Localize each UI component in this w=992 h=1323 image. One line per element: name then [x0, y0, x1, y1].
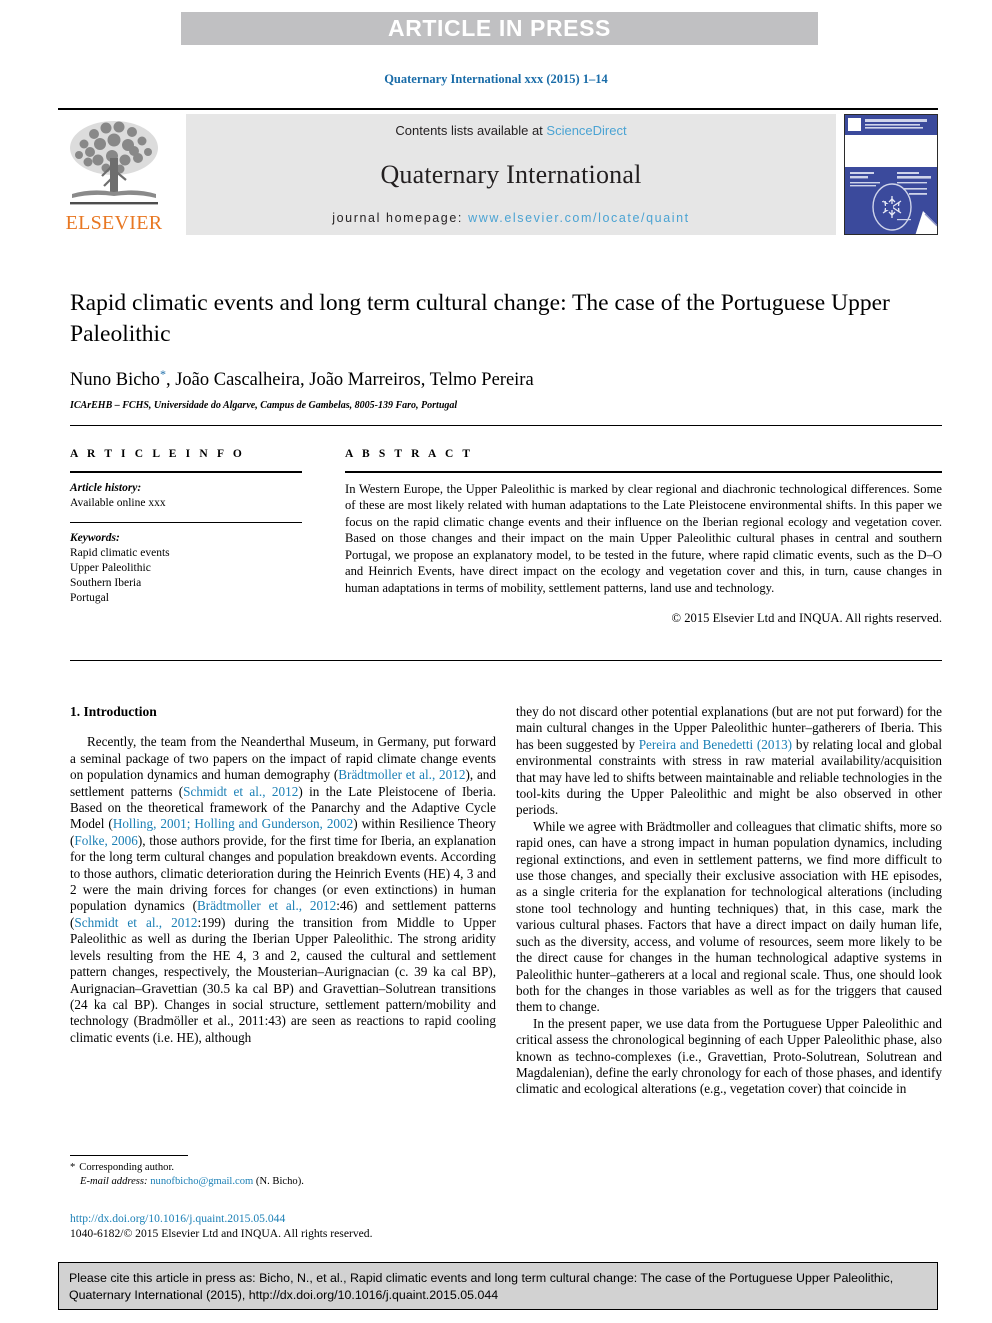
article-page: ARTICLE IN PRESS Quaternary Internationa… — [0, 0, 992, 1323]
journal-title: Quaternary International — [380, 159, 642, 189]
abstract-copyright: © 2015 Elsevier Ltd and INQUA. All right… — [671, 610, 942, 625]
article-info-column: A R T I C L E I N F O Article history: A… — [70, 448, 302, 606]
running-head: Quaternary International xxx (2015) 1–14 — [384, 72, 608, 86]
corresponding-author-note: * Corresponding author. — [70, 1161, 496, 1175]
masthead-top-rule — [58, 108, 938, 110]
citation-reference-link[interactable]: Schmidt et al., 2012 — [183, 784, 298, 799]
title-block: Rapid climatic events and long term cult… — [70, 288, 942, 411]
keyword-item: Southern Iberia — [70, 577, 142, 589]
page-title: Rapid climatic events and long term cult… — [70, 290, 890, 347]
article-history-value: Available online xxx — [70, 496, 166, 509]
meta-top-rule — [70, 425, 942, 426]
body-paragraph: While we agree with Brädtmoller and coll… — [516, 819, 942, 1016]
keyword-item: Portugal — [70, 592, 109, 604]
body-paragraph: they do not discard other potential expl… — [516, 704, 942, 819]
contents-prefix: Contents lists available at — [395, 123, 547, 138]
footnote-star-marker: * — [70, 1162, 76, 1173]
body-paragraph: Recently, the team from the Neanderthal … — [70, 734, 496, 1046]
article-in-press-banner: ARTICLE IN PRESS — [181, 12, 818, 45]
keywords-rule — [70, 521, 302, 523]
abstract-column: A B S T R A C T In Western Europe, the U… — [345, 448, 942, 626]
keywords-label: Keywords: — [70, 532, 120, 544]
author-others: , João Cascalheira, João Marreiros, Telm… — [165, 370, 534, 391]
keyword-item: Rapid climatic events — [70, 547, 170, 559]
sciencedirect-link[interactable]: ScienceDirect — [546, 123, 626, 138]
body-column-left: 1. Introduction Recently, the team from … — [70, 704, 496, 1046]
footnote-rule — [70, 1155, 188, 1156]
citation-reference-link[interactable]: Pereira and Benedetti (2013) — [639, 737, 792, 752]
right-paragraphs: they do not discard other potential expl… — [516, 704, 942, 1098]
contents-lists-line: Contents lists available at ScienceDirec… — [395, 123, 626, 138]
citation-reference-link[interactable]: Schmidt et al., 2012 — [74, 915, 197, 930]
abstract-text: In Western Europe, the Upper Paleolithic… — [345, 481, 942, 596]
journal-banner: Contents lists available at ScienceDirec… — [186, 114, 836, 235]
doi-link[interactable]: http://dx.doi.org/10.1016/j.quaint.2015.… — [70, 1211, 570, 1226]
keyword-item: Upper Paleolithic — [70, 562, 151, 574]
author-list: Nuno Bicho*, João Cascalheira, João Marr… — [70, 367, 942, 391]
citation-footer-box: Please cite this article in press as: Bi… — [58, 1262, 938, 1310]
email-link[interactable]: nunofbicho@gmail.com — [150, 1176, 253, 1187]
paragraph-text: :199) during the transition from Middle … — [70, 914, 496, 1045]
citation-reference-link[interactable]: Holling, 2001; Holling and Gunderson, 20… — [113, 816, 353, 831]
citation-reference-link[interactable]: Brädtmoller et al., 2012 — [197, 898, 336, 913]
article-info-heading: A R T I C L E I N F O — [70, 448, 245, 460]
meta-bottom-rule — [70, 660, 942, 661]
body-paragraph: In the present paper, we use data from t… — [516, 1016, 942, 1098]
journal-homepage-link[interactable]: www.elsevier.com/locate/quaint — [468, 211, 690, 225]
paragraph-text: While we agree with Brädtmoller and coll… — [516, 818, 942, 1015]
citation-footer-text: Please cite this article in press as: Bi… — [69, 1271, 894, 1302]
article-in-press-label: ARTICLE IN PRESS — [387, 15, 611, 41]
article-history-label: Article history: — [70, 481, 142, 494]
journal-homepage-line: journal homepage: www.elsevier.com/locat… — [332, 211, 690, 225]
left-paragraphs: Recently, the team from the Neanderthal … — [70, 734, 496, 1046]
paragraph-text: In the present paper, we use data from t… — [516, 1015, 942, 1097]
affiliation: ICArEHB – FCHS, Universidade do Algarve,… — [70, 400, 458, 412]
elsevier-wordmark: ELSEVIER — [65, 212, 163, 234]
email-note: E-mail address: nunofbicho@gmail.com (N.… — [70, 1175, 496, 1189]
email-owner: (N. Bicho). — [255, 1176, 304, 1187]
email-label: E-mail address: — [80, 1176, 148, 1187]
section-heading-introduction: 1. Introduction — [70, 704, 157, 719]
abstract-heading: A B S T R A C T — [345, 448, 474, 460]
footnote-area: * Corresponding author. E-mail address: n… — [70, 1155, 496, 1189]
journal-cover-image — [845, 115, 937, 234]
journal-masthead: ELSEVIER Contents lists available at Sci… — [58, 108, 938, 235]
doi-block: http://dx.doi.org/10.1016/j.quaint.2015.… — [70, 1211, 570, 1241]
journal-cover-thumbnail — [844, 114, 938, 235]
author-corresponding: Nuno Bicho — [70, 370, 160, 391]
elsevier-tree-icon — [70, 121, 158, 205]
abstract-rule — [345, 471, 942, 473]
article-info-rule — [70, 471, 302, 473]
issn-copyright-line: 1040-6182/© 2015 Elsevier Ltd and INQUA.… — [70, 1227, 373, 1240]
citation-reference-link[interactable]: Folke, 2006 — [74, 833, 137, 848]
body-column-right: they do not discard other potential expl… — [516, 704, 942, 1098]
keywords-block: Keywords: Rapid climatic events Upper Pa… — [70, 531, 302, 606]
homepage-prefix: journal homepage: — [332, 211, 469, 225]
elsevier-logo: ELSEVIER — [62, 114, 166, 235]
corresponding-author-text: Corresponding author. — [79, 1162, 175, 1173]
citation-reference-link[interactable]: Brädtmoller et al., 2012 — [338, 767, 465, 782]
